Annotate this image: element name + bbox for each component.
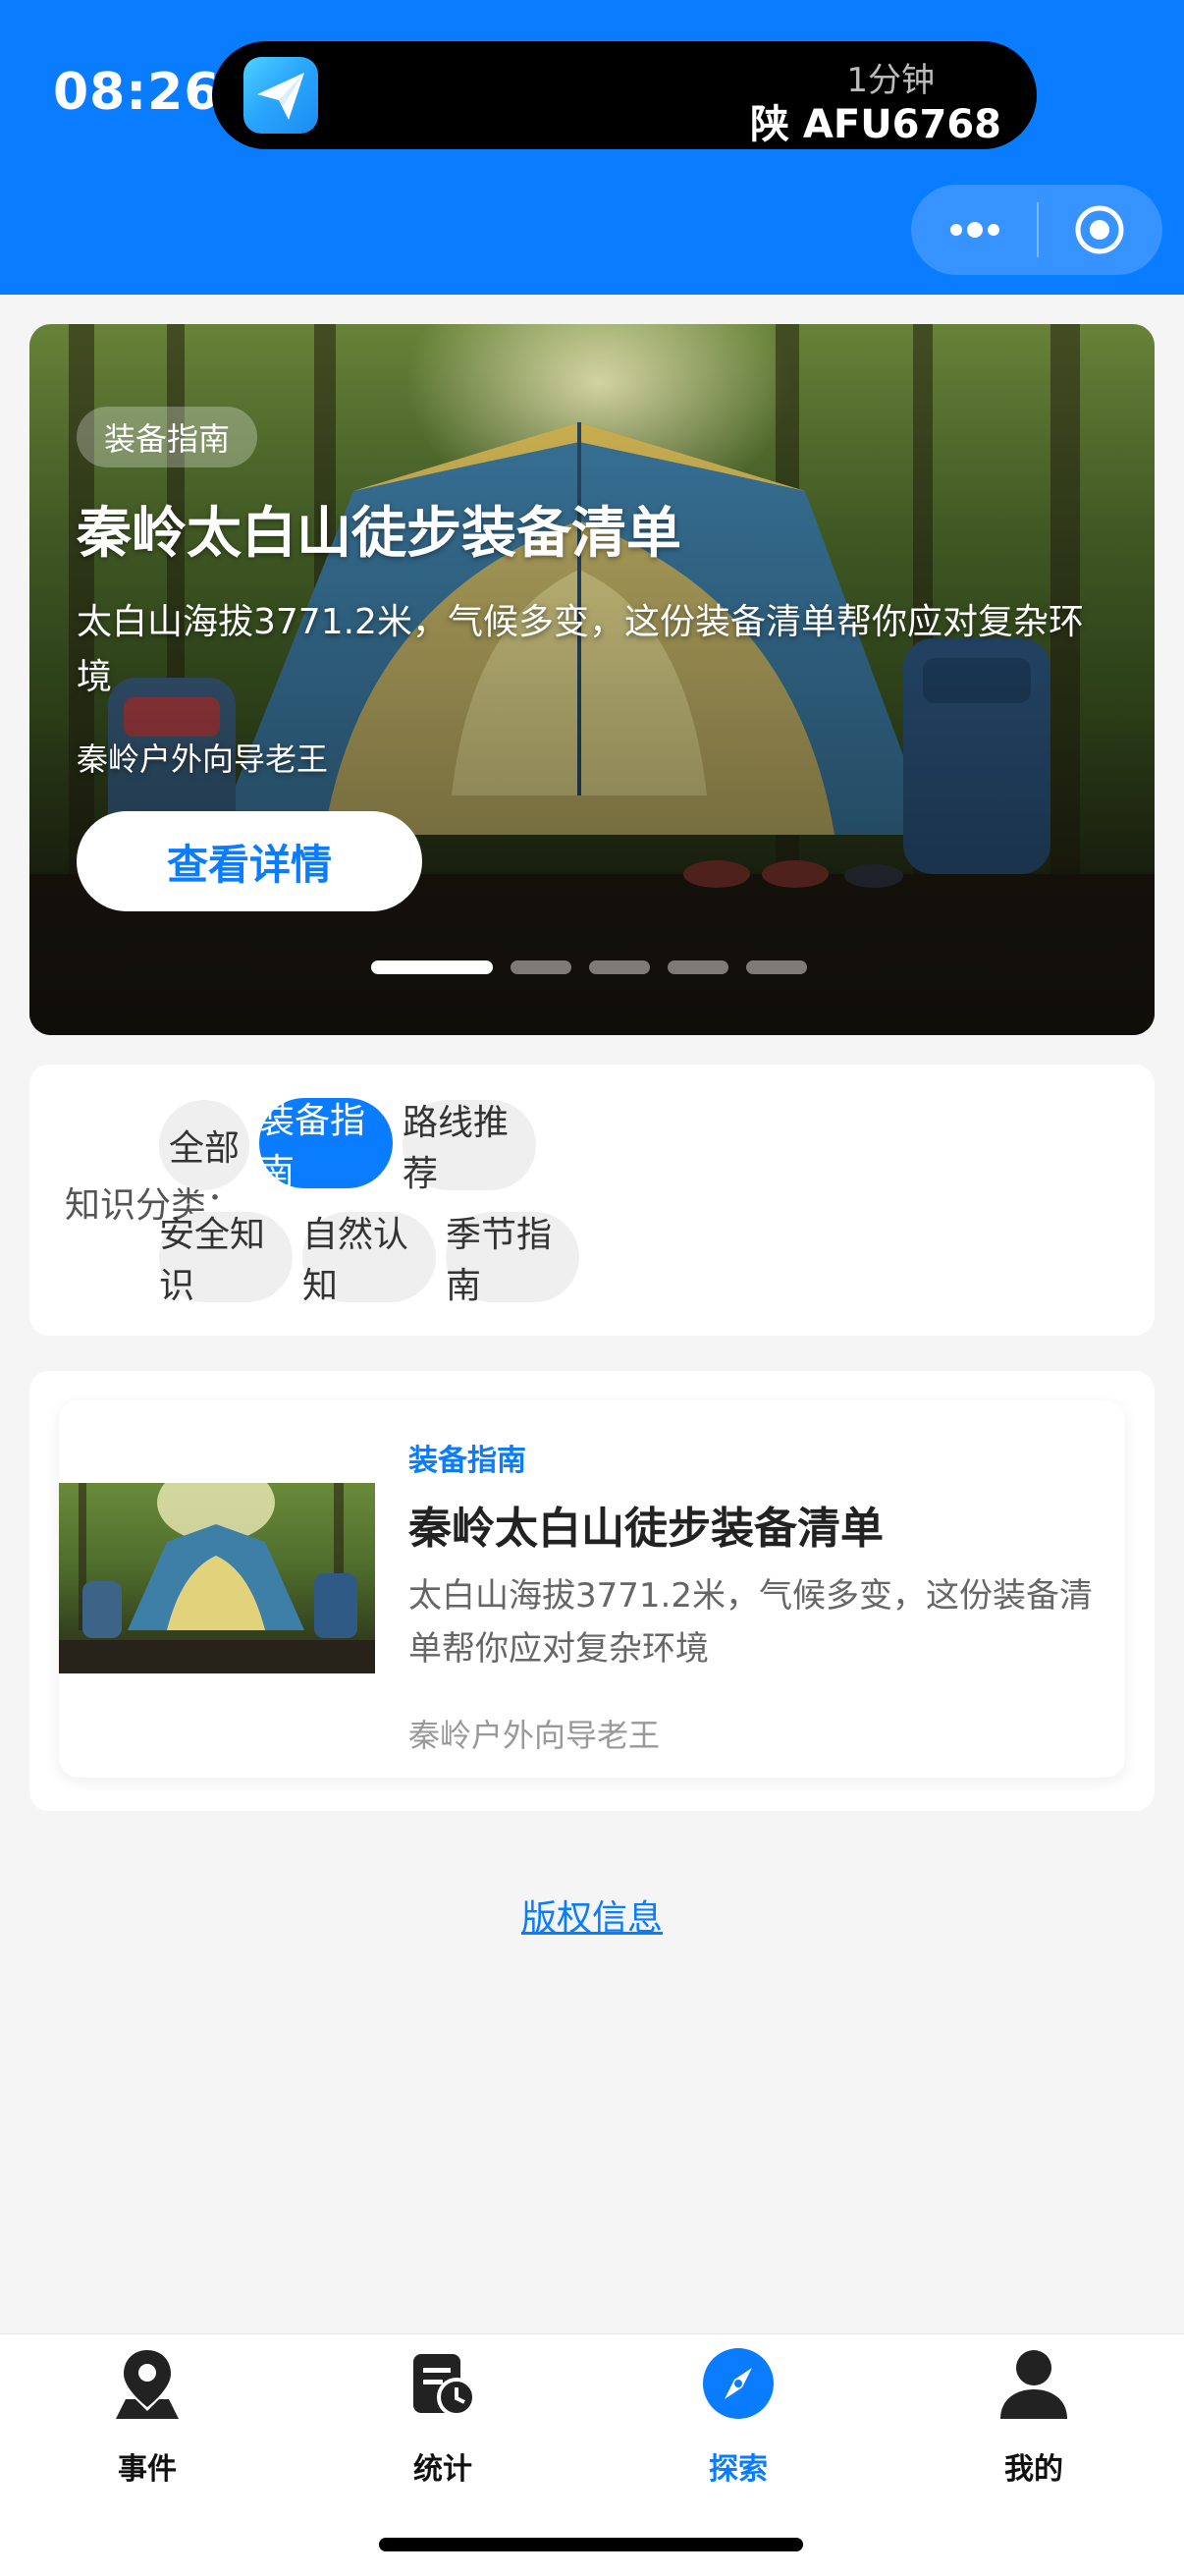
compass-icon [701,2346,776,2421]
carousel-dot[interactable] [371,960,493,974]
carousel-dot[interactable] [589,960,650,974]
island-plate: 陕 AFU6768 [749,102,1001,147]
category-chip-gear-guide[interactable]: 装备指南 [259,1098,393,1192]
article-title: 秦岭太白山徒步装备清单 [408,1504,884,1554]
mini-program-capsule [911,185,1162,275]
hero-author: 秦岭户外向导老王 [77,740,329,778]
category-chip-safety[interactable]: 安全知识 [159,1212,293,1306]
hero-category-tag: 装备指南 [77,407,258,467]
article-author: 秦岭户外向导老王 [408,1717,661,1754]
hero-title: 秦岭太白山徒步装备清单 [77,502,681,566]
tab-stats[interactable]: 统计 [345,2346,541,2494]
category-chip-nature[interactable]: 自然认知 [302,1212,436,1306]
hero-banner[interactable]: 装备指南 秦岭太白山徒步装备清单 太白山海拔3771.2米，气候多变，这份装备清… [29,324,1155,1035]
carousel-dot[interactable] [668,960,728,974]
calendar-clock-icon [405,2346,480,2421]
tab-profile[interactable]: 我的 [936,2346,1132,2494]
tab-label: 探索 [709,2452,768,2487]
location-pin-icon [110,2346,185,2421]
capsule-divider [1037,202,1039,257]
article-list: 装备指南 秦岭太白山徒步装备清单 太白山海拔3771.2米，气候多变，这份装备清… [29,1371,1155,1811]
view-details-button[interactable]: 查看详情 [77,811,422,911]
category-chip-all[interactable]: 全部 [159,1100,249,1190]
copyright-link[interactable]: 版权信息 [0,1890,1184,1941]
article-card[interactable]: 装备指南 秦岭太白山徒步装备清单 太白山海拔3771.2米，气候多变，这份装备清… [59,1400,1125,1778]
article-thumbnail [59,1483,375,1673]
paper-plane-icon [243,57,318,134]
close-target-icon[interactable] [1072,202,1127,257]
tab-label: 统计 [413,2452,472,2487]
tab-events[interactable]: 事件 [49,2346,245,2494]
tab-label: 我的 [1004,2452,1063,2487]
more-dots-icon[interactable] [944,202,1005,257]
status-time: 08:26 [53,63,221,122]
article-description: 太白山海拔3771.2米，气候多变，这份装备清单帮你应对复杂环境 [408,1576,1093,1669]
dynamic-island[interactable]: 1分钟 陕 AFU6768 [212,41,1037,149]
category-filter-card: 知识分类： 全部 装备指南 路线推荐 安全知识 自然认知 季节指南 [29,1065,1155,1336]
tab-label: 事件 [118,2452,177,2487]
category-chip-route[interactable]: 路线推荐 [403,1100,536,1194]
home-indicator[interactable] [379,2538,803,2551]
category-chip-season[interactable]: 季节指南 [446,1212,579,1306]
top-bar: 08:26 1分钟 陕 AFU6768 [0,0,1184,295]
carousel-dot[interactable] [511,960,571,974]
carousel-dot[interactable] [746,960,807,974]
tab-explore[interactable]: 探索 [640,2346,836,2494]
person-icon [996,2346,1071,2421]
hero-description: 太白山海拔3771.2米，气候多变，这份装备清单帮你应对复杂环境 [77,602,1084,697]
article-category: 装备指南 [408,1444,526,1478]
